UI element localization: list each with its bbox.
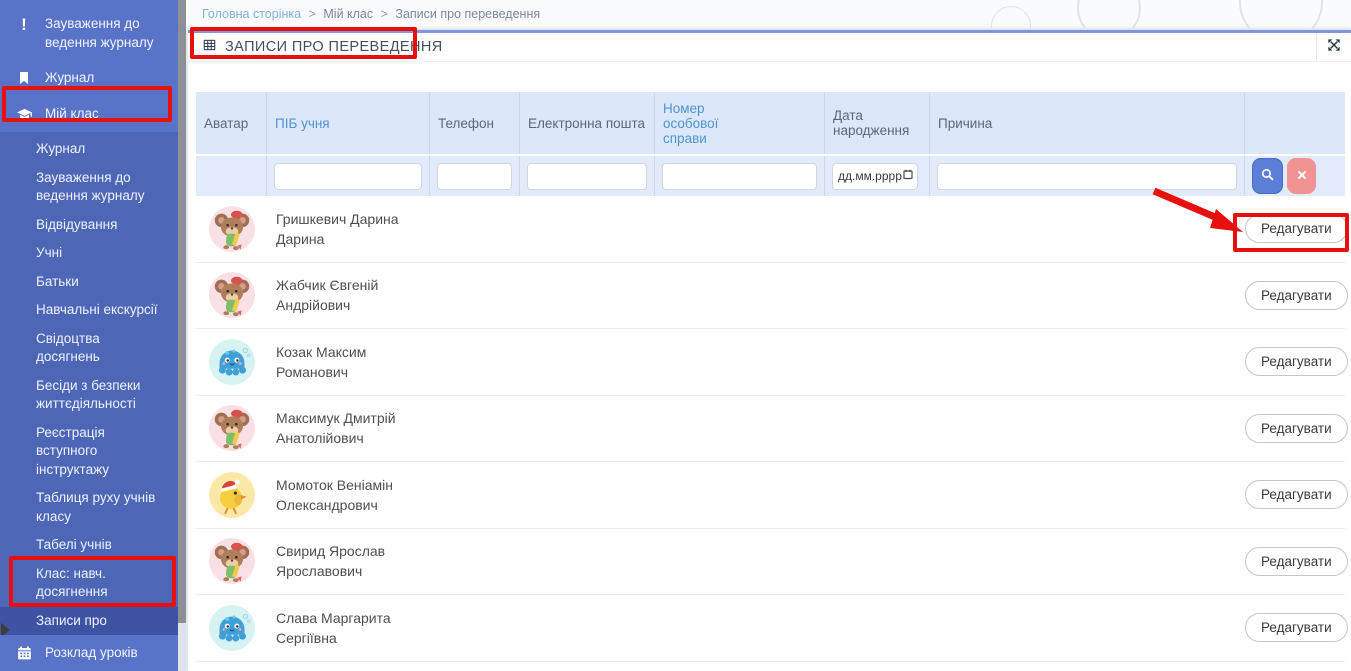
- column-header-phone: Телефон: [430, 92, 520, 154]
- breadcrumb-home-link[interactable]: Головна сторінка: [202, 7, 301, 21]
- scrollbar-thumb[interactable]: [178, 0, 186, 623]
- student-avatar: [209, 339, 255, 385]
- expand-arrows-icon: [1326, 37, 1342, 58]
- student-row: Гришкевич Дарина Дарина Редагувати: [196, 196, 1345, 263]
- student-avatar: [209, 605, 255, 651]
- submenu-item-remarks[interactable]: Зауваження до ведення журналу: [0, 164, 178, 211]
- sidebar-item-label: Зауваження до ведення журналу: [45, 14, 168, 52]
- submenu-item-journal[interactable]: Журнал: [0, 135, 178, 164]
- my-class-submenu: Журнал Зауваження до ведення журналу Від…: [0, 132, 178, 650]
- graduation-cap-icon: [13, 104, 35, 124]
- doodle-circle: [1077, 0, 1141, 28]
- student-row: Козак Максим Романович Редагувати: [196, 329, 1345, 396]
- exclamation-icon: !: [13, 14, 35, 34]
- student-row: Момоток ВеніамінОлександрович Редагувати: [196, 462, 1345, 529]
- sidebar-item-label: Журнал: [45, 68, 94, 87]
- table-header-row: Аватар ПІБ учня Телефон Електронна пошта…: [196, 92, 1345, 154]
- sidebar-item-label: Мій клас: [45, 104, 99, 123]
- submenu-item-report-cards[interactable]: Табелі учнів: [0, 531, 178, 560]
- submenu-item-excursions[interactable]: Навчальні екскурсії: [0, 296, 178, 325]
- filter-reason-input[interactable]: [937, 163, 1237, 190]
- student-name: Слава Маргарита Сергіївна: [267, 608, 430, 648]
- column-header-avatar: Аватар: [196, 92, 267, 154]
- submenu-item-attendance[interactable]: Відвідування: [0, 211, 178, 240]
- transfer-records-panel: ЗАПИСИ ПРО ПЕРЕВЕДЕННЯ Аватар: [188, 30, 1351, 671]
- submenu-item-movement-table[interactable]: Таблиця руху учнів класу: [0, 484, 178, 531]
- student-avatar: [209, 206, 255, 252]
- column-header-birth-date: Дата народження: [825, 92, 930, 154]
- column-header-file-number: Номер особової справи: [655, 92, 825, 154]
- student-avatar: [209, 405, 255, 451]
- filter-email-input[interactable]: [527, 163, 647, 190]
- breadcrumb-current-page: Записи про переведення: [395, 7, 540, 21]
- sidebar-item-journal[interactable]: Журнал: [0, 60, 178, 96]
- column-header-reason: Причина: [930, 92, 1245, 154]
- filter-cell-avatar: [196, 156, 267, 196]
- edit-button[interactable]: Редагувати: [1245, 347, 1348, 376]
- sidebar: ! Зауваження до ведення журналу Журнал М…: [0, 0, 178, 671]
- student-name: Свирид ЯрославЯрославович: [267, 541, 430, 581]
- student-avatar: [209, 538, 255, 584]
- search-icon: [1259, 166, 1276, 186]
- expand-panel-button[interactable]: [1316, 33, 1351, 62]
- filter-birth-date-input[interactable]: дд.мм.рррр: [832, 163, 918, 190]
- submenu-item-certificates[interactable]: Свідоцтва досягнень: [0, 325, 178, 372]
- breadcrumb-separator: >: [309, 7, 316, 21]
- submenu-item-safety-talks[interactable]: Бесіди з безпеки життєдіяльності: [0, 372, 178, 419]
- breadcrumb: Головна сторінка > Мій клас > Записи про…: [186, 0, 1351, 28]
- column-header-actions: [1245, 92, 1345, 154]
- filter-student-name-input[interactable]: [274, 163, 422, 190]
- submenu-item-class-achievements[interactable]: Клас: навч. досягнення: [0, 560, 178, 607]
- student-avatar: [209, 272, 255, 318]
- doodle-circle: [991, 6, 1031, 28]
- breadcrumb-separator: >: [381, 7, 388, 21]
- table-grid-icon: [202, 38, 217, 56]
- edit-button[interactable]: Редагувати: [1245, 214, 1348, 243]
- panel-title-text: ЗАПИСИ ПРО ПЕРЕВЕДЕННЯ: [225, 39, 443, 55]
- filter-phone-input[interactable]: [437, 163, 512, 190]
- edit-button[interactable]: Редагувати: [1245, 547, 1348, 576]
- student-name: Гришкевич Дарина Дарина: [267, 209, 430, 249]
- calendar-icon[interactable]: [902, 168, 914, 184]
- student-row: Свирид ЯрославЯрославович Редагувати: [196, 529, 1345, 596]
- student-row: Максимук ДмитрійАнатолійович Редагувати: [196, 396, 1345, 463]
- sidebar-scrollbar: [178, 0, 186, 671]
- submenu-item-parents[interactable]: Батьки: [0, 268, 178, 297]
- search-button[interactable]: [1252, 158, 1283, 194]
- sidebar-item-remarks[interactable]: ! Зауваження до ведення журналу: [0, 6, 178, 60]
- sidebar-item-my-class[interactable]: Мій клас: [0, 96, 178, 132]
- calendar-icon: [13, 643, 35, 663]
- clear-x-icon: [1296, 169, 1308, 184]
- student-name: Момоток ВеніамінОлександрович: [267, 475, 430, 515]
- student-name: Максимук ДмитрійАнатолійович: [267, 408, 430, 448]
- student-name: Жабчик ЄвгенійАндрійович: [267, 275, 430, 315]
- student-row: Слава Маргарита Сергіївна Редагувати: [196, 595, 1345, 662]
- breadcrumb-my-class[interactable]: Мій клас: [323, 7, 373, 21]
- doodle-circle: [1239, 0, 1323, 28]
- submenu-item-students[interactable]: Учні: [0, 239, 178, 268]
- sidebar-item-label: Розклад уроків: [45, 643, 138, 662]
- edit-button[interactable]: Редагувати: [1245, 480, 1348, 509]
- clear-filters-button[interactable]: [1287, 158, 1316, 194]
- date-placeholder: дд.мм.рррр: [838, 169, 902, 183]
- student-avatar: [209, 472, 255, 518]
- column-header-email: Електронна пошта: [520, 92, 655, 154]
- sidebar-item-schedule[interactable]: Розклад уроків: [0, 635, 178, 671]
- student-name: Козак Максим Романович: [267, 342, 430, 382]
- edit-button[interactable]: Редагувати: [1245, 613, 1348, 642]
- bookmark-icon: [13, 68, 35, 88]
- student-row: Жабчик ЄвгенійАндрійович Редагувати: [196, 263, 1345, 330]
- filter-row: дд.мм.рррр: [196, 154, 1345, 196]
- column-header-student-name: ПІБ учня: [267, 92, 430, 154]
- transfer-records-table: Аватар ПІБ учня Телефон Електронна пошта…: [196, 92, 1345, 662]
- edit-button[interactable]: Редагувати: [1245, 414, 1348, 443]
- filter-file-number-input[interactable]: [662, 163, 817, 190]
- panel-title: ЗАПИСИ ПРО ПЕРЕВЕДЕННЯ: [202, 38, 443, 56]
- submenu-item-briefing-registration[interactable]: Реєстрація вступного інструктажу: [0, 419, 178, 485]
- edit-button[interactable]: Редагувати: [1245, 281, 1348, 310]
